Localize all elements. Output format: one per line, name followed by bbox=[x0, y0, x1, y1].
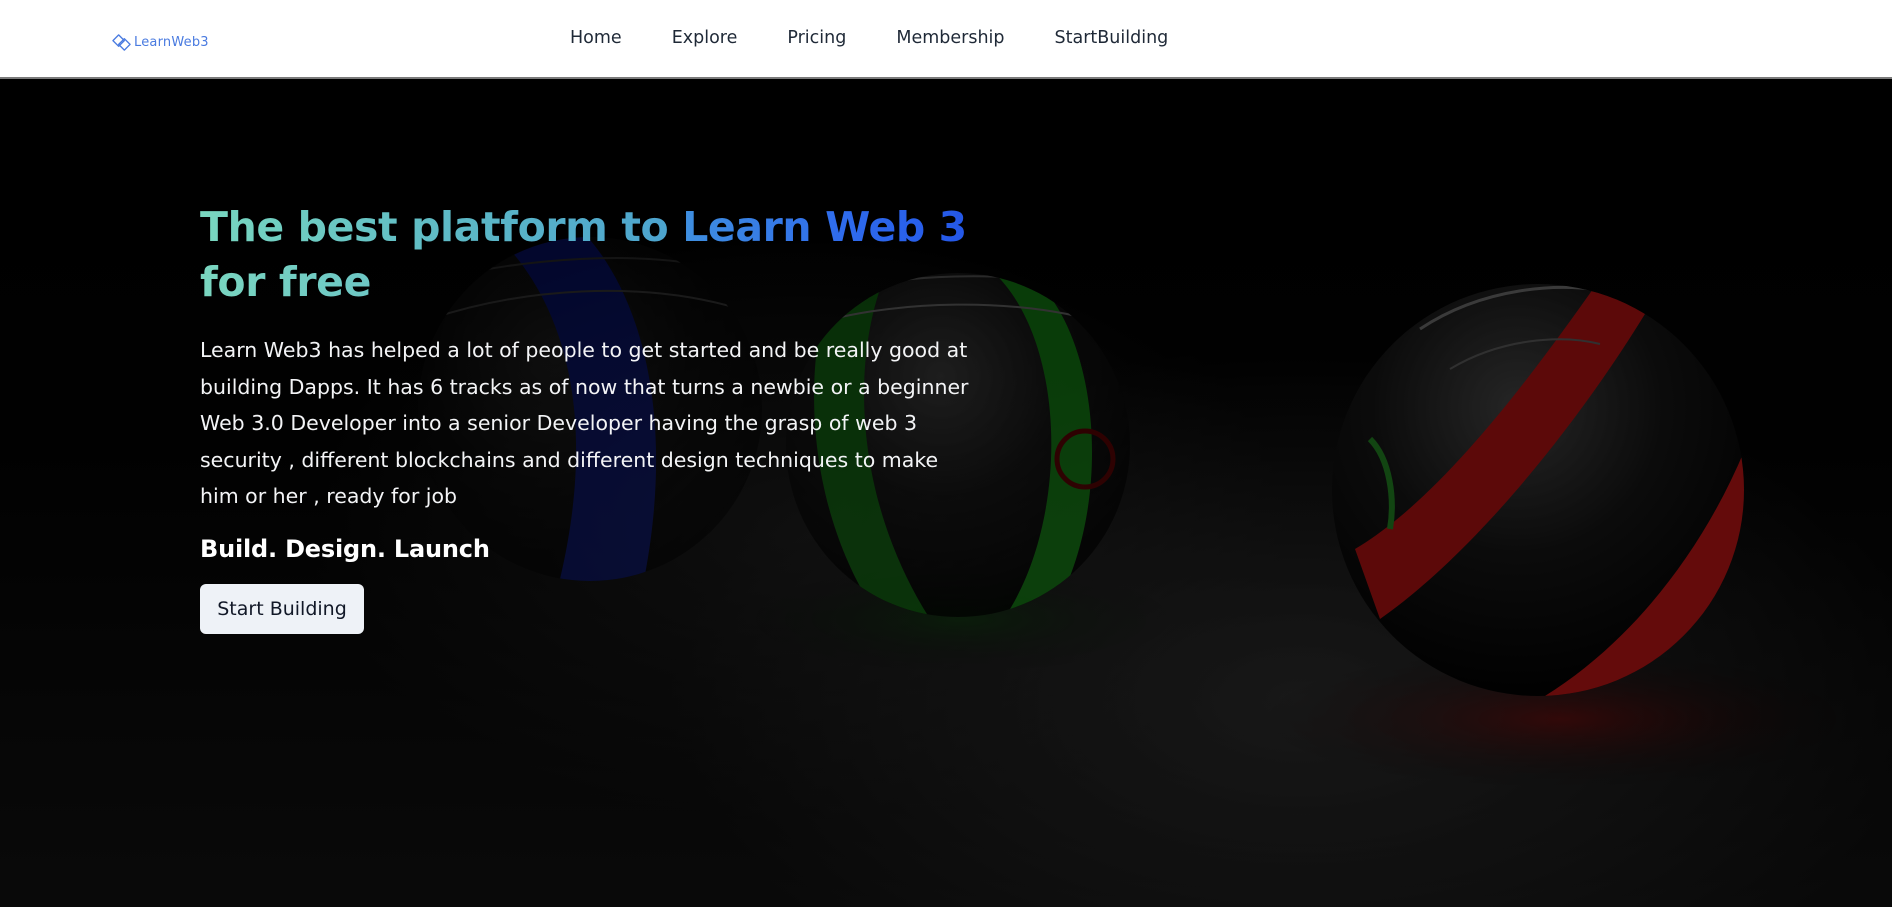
hero-description: Learn Web3 has helped a lot of people to… bbox=[200, 338, 969, 508]
logo-link[interactable]: LearnWeb3 bbox=[112, 32, 209, 52]
hero-content: The best platform to Learn Web 3 for free… bbox=[200, 200, 980, 634]
hero-tagline: Build. Design. Launch bbox=[200, 534, 490, 563]
nav-link-membership[interactable]: Membership bbox=[896, 28, 1004, 48]
hero-section: The best platform to Learn Web 3 for free… bbox=[0, 79, 1892, 907]
learnweb3-logo-icon bbox=[112, 33, 131, 51]
nav-link-home[interactable]: Home bbox=[570, 28, 622, 48]
hero-heading-part1: The best platform to bbox=[200, 203, 683, 251]
nav-link-pricing[interactable]: Pricing bbox=[787, 28, 846, 48]
hero-heading-part3: for free bbox=[200, 258, 371, 306]
top-navbar: LearnWeb3 Home Explore Pricing Membershi… bbox=[0, 0, 1892, 79]
main-nav: Home Explore Pricing Membership StartBui… bbox=[570, 26, 1218, 50]
nav-link-startbuilding[interactable]: StartBuilding bbox=[1055, 28, 1169, 48]
hero-heading: The best platform to Learn Web 3 for free bbox=[200, 200, 980, 310]
start-building-button[interactable]: Start Building bbox=[200, 583, 364, 634]
nav-link-explore[interactable]: Explore bbox=[672, 28, 738, 48]
logo-text: LearnWeb3 bbox=[134, 34, 209, 50]
hero-heading-part2: Learn Web 3 bbox=[682, 203, 967, 251]
